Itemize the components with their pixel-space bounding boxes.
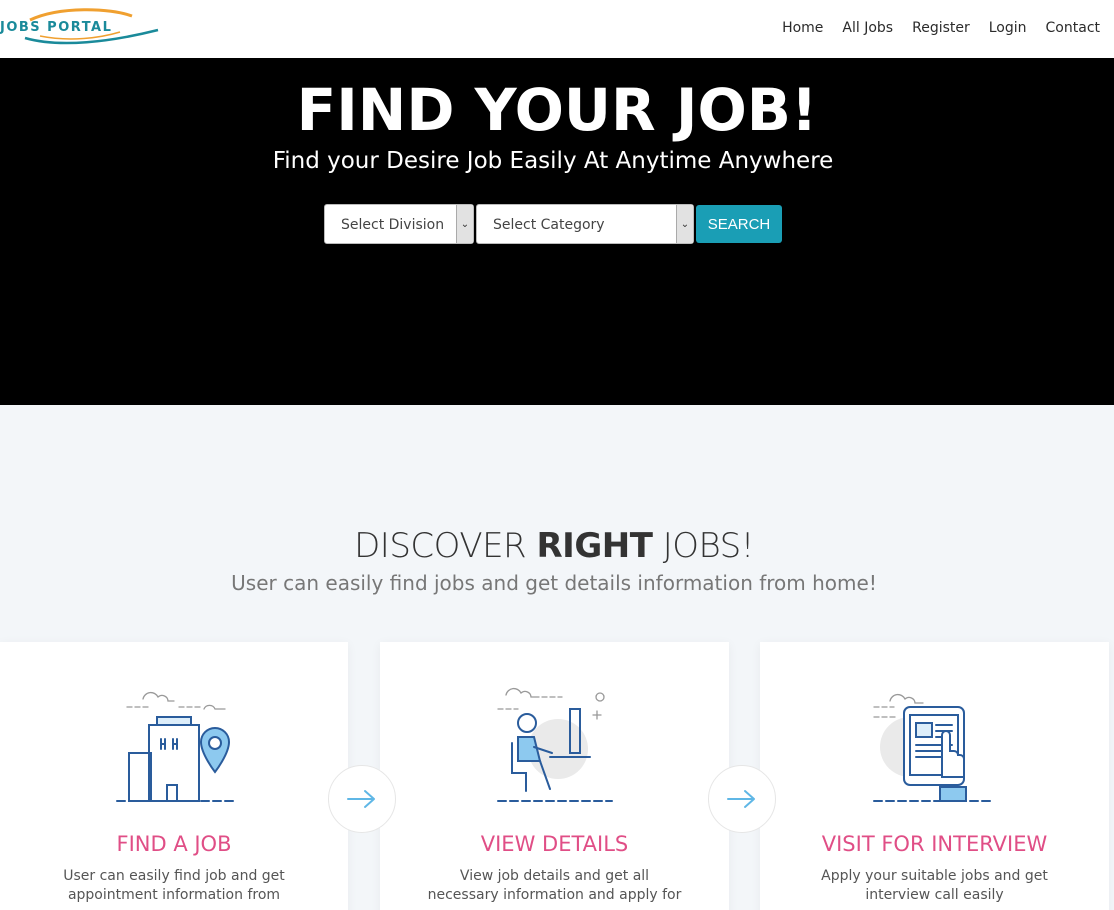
arrow-right-icon	[347, 790, 375, 808]
card-title-find-job: FIND A JOB	[116, 832, 232, 856]
feature-card-find-job: FIND A JOB User can easily find job and …	[0, 642, 348, 910]
nav-login[interactable]: Login	[989, 20, 1027, 36]
jobs-portal-logo[interactable]: JOBS PORTAL	[0, 8, 165, 48]
hero-banner: FIND YOUR JOB! Find your Desire Job Easi…	[0, 58, 1114, 405]
person-computer-icon	[496, 687, 613, 802]
section-title-pre: DISCOVER	[354, 526, 537, 566]
section-title-post: JOBS!	[652, 526, 755, 566]
section-subtitle: User can easily find jobs and get detail…	[231, 571, 877, 595]
logo-text: JOBS PORTAL	[0, 20, 113, 35]
nav-home[interactable]: Home	[782, 20, 823, 36]
nav-contact[interactable]: Contact	[1046, 20, 1100, 36]
chevron-down-icon: ⌄	[676, 205, 693, 243]
division-select-value: Select Division	[341, 217, 445, 233]
card-title-view-details: VIEW DETAILS	[480, 832, 629, 856]
card-desc-visit-interview: Apply your suitable jobs and get intervi…	[821, 868, 1048, 903]
hero-title: FIND YOUR JOB!	[296, 76, 818, 144]
main-nav: Home All Jobs Register Login Contact	[782, 20, 1100, 36]
card-title-visit-interview: VISIT FOR INTERVIEW	[821, 832, 1048, 856]
category-select-value: Select Category	[493, 217, 605, 233]
feature-card-view-details: VIEW DETAILS View job details and get al…	[380, 642, 729, 910]
card-desc-find-job: User can easily find job and get appoint…	[63, 868, 285, 903]
step-connector	[708, 765, 776, 833]
card-desc-view-details: View job details and get all necessary i…	[427, 868, 682, 903]
feature-card-visit-interview: VISIT FOR INTERVIEW Apply your suitable …	[760, 642, 1109, 910]
arrow-right-icon	[727, 790, 755, 808]
search-button[interactable]: SEARCH	[696, 205, 782, 243]
building-location-icon	[116, 691, 238, 802]
nav-all-jobs[interactable]: All Jobs	[842, 20, 893, 36]
hero-subtitle: Find your Desire Job Easily At Anytime A…	[272, 148, 834, 174]
chevron-down-icon: ⌄	[456, 205, 473, 243]
section-title-bold: RIGHT	[536, 526, 653, 566]
division-select[interactable]: Select Division ⌄	[324, 204, 474, 244]
top-navbar: JOBS PORTAL Home All Jobs Register Login…	[0, 0, 1114, 58]
category-select[interactable]: Select Category ⌄	[476, 204, 694, 244]
tablet-touch-icon	[872, 693, 991, 802]
nav-register[interactable]: Register	[912, 20, 970, 36]
step-connector	[328, 765, 396, 833]
section-title: DISCOVER RIGHT JOBS!	[0, 526, 1108, 566]
